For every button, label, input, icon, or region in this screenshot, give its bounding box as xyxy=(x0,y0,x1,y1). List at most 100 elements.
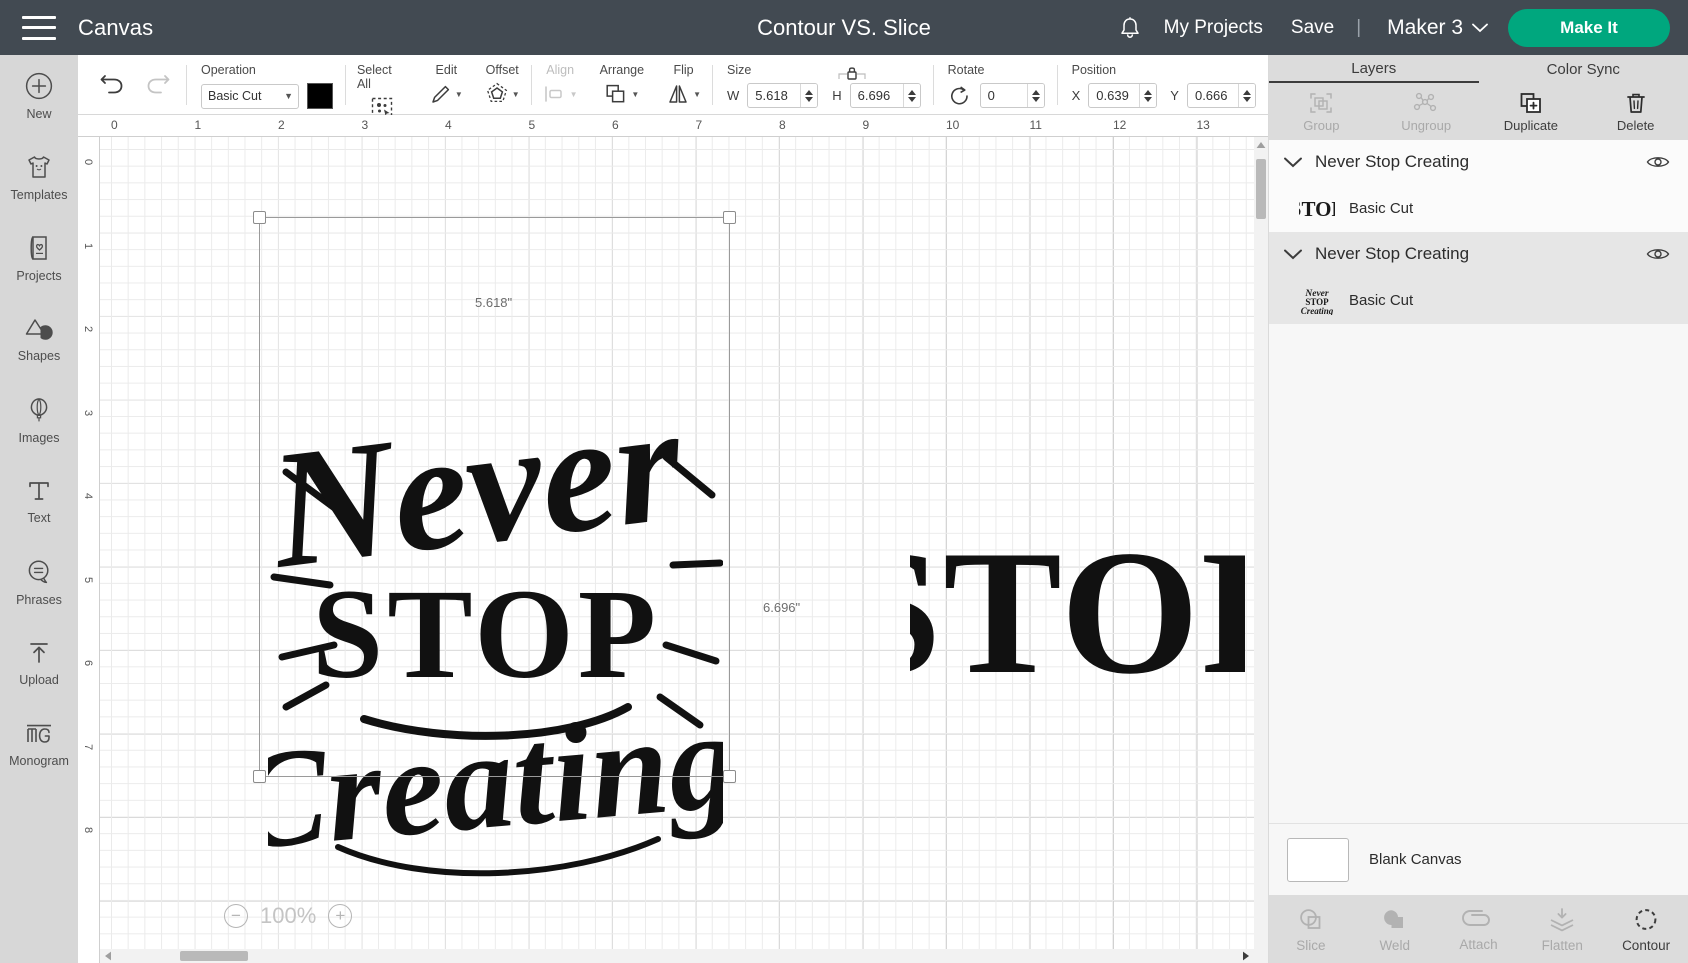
scroll-left-icon[interactable] xyxy=(100,949,116,963)
sidebar-label-projects: Projects xyxy=(16,268,62,283)
contour-button[interactable]: Contour xyxy=(1604,895,1688,963)
flatten-button[interactable]: Flatten xyxy=(1520,895,1604,963)
duplicate-button[interactable]: Duplicate xyxy=(1479,83,1584,140)
ruler-tick-h: 11 xyxy=(1029,118,1042,132)
ruler-tick-h: 4 xyxy=(445,118,452,132)
pos-y-field[interactable] xyxy=(1186,83,1256,108)
hamburger-icon[interactable] xyxy=(22,15,56,40)
rotate-stepper[interactable] xyxy=(1026,84,1044,107)
sidebar-item-upload[interactable]: Upload xyxy=(0,622,78,703)
flip-button[interactable]: Flip ▼ xyxy=(655,55,712,107)
position-group: Position X Y xyxy=(1058,55,1268,108)
ungroup-button[interactable]: Ungroup xyxy=(1374,83,1479,140)
sidebar-item-monogram[interactable]: Monogram xyxy=(0,703,78,784)
canvas-background-row[interactable]: Blank Canvas xyxy=(1269,823,1688,895)
layer-group: Never Stop Creating STOP Basic C xyxy=(1269,140,1688,232)
rotate-input[interactable] xyxy=(980,88,1027,103)
delete-button[interactable]: Delete xyxy=(1583,83,1688,140)
pos-y-stepper[interactable] xyxy=(1237,84,1255,107)
height-stepper[interactable] xyxy=(902,84,920,107)
canvas-vertical-scrollbar[interactable] xyxy=(1254,137,1268,963)
ruler-tick-v: 3 xyxy=(82,409,94,416)
horizontal-scroll-thumb[interactable] xyxy=(180,951,248,961)
canvas-grid[interactable]: Never STOP Creating STOP xyxy=(100,137,1254,949)
canvas-color-swatch[interactable] xyxy=(1287,837,1349,882)
zoom-out-icon[interactable]: − xyxy=(224,904,248,928)
canvas-horizontal-scrollbar[interactable] xyxy=(100,949,1254,963)
sidebar-item-phrases[interactable]: Phrases xyxy=(0,541,78,622)
pos-x-input[interactable] xyxy=(1089,88,1140,103)
scroll-right-icon[interactable] xyxy=(1238,949,1254,963)
color-swatch[interactable] xyxy=(306,83,333,109)
layer-item[interactable]: Never STOP Creating Basic Cut xyxy=(1269,276,1688,324)
width-field[interactable] xyxy=(747,83,819,108)
eye-icon[interactable] xyxy=(1646,246,1670,262)
arrange-button[interactable]: Arrange ▼ xyxy=(589,55,655,107)
attach-button[interactable]: Attach xyxy=(1437,895,1521,963)
ruler-tick-v: 6 xyxy=(82,660,94,667)
rotate-field[interactable] xyxy=(979,83,1045,108)
artwork-stop[interactable]: STOP xyxy=(910,522,1245,707)
select-all-button[interactable]: Select All xyxy=(346,55,419,121)
sidebar-label-templates: Templates xyxy=(10,187,68,202)
ungroup-label: Ungroup xyxy=(1401,117,1452,133)
rotate-icon[interactable] xyxy=(948,85,972,107)
group-button[interactable]: Group xyxy=(1269,83,1374,140)
header-actions: My Projects Save | Maker 3 Make It xyxy=(1110,8,1688,48)
sidebar-label-phrases: Phrases xyxy=(16,592,62,607)
operation-select[interactable]: Basic Cut ▼ xyxy=(200,83,299,109)
width-input[interactable] xyxy=(748,88,801,103)
height-field[interactable] xyxy=(849,83,921,108)
pos-x-stepper[interactable] xyxy=(1139,84,1157,107)
weld-button[interactable]: Weld xyxy=(1353,895,1437,963)
align-button[interactable]: Align ▼ xyxy=(532,55,589,107)
layer-header[interactable]: Never Stop Creating xyxy=(1269,232,1688,276)
bell-icon[interactable] xyxy=(1110,8,1150,48)
tab-layers[interactable]: Layers xyxy=(1269,55,1479,83)
chevron-down-icon[interactable] xyxy=(1283,156,1303,169)
offset-button[interactable]: Offset ▼ xyxy=(474,55,531,107)
header-divider: | xyxy=(1356,16,1362,38)
height-input[interactable] xyxy=(850,88,903,103)
sidebar-item-images[interactable]: Images xyxy=(0,379,78,460)
width-stepper[interactable] xyxy=(800,84,818,107)
machine-selector[interactable]: Maker 3 xyxy=(1369,16,1502,40)
resize-handle-bottom-right[interactable] xyxy=(723,770,736,783)
sidebar-item-new[interactable]: New xyxy=(0,55,78,136)
contour-label: Contour xyxy=(1622,937,1671,953)
layer-header[interactable]: Never Stop Creating xyxy=(1269,140,1688,184)
ruler-tick-h: 12 xyxy=(1113,118,1127,132)
eye-icon[interactable] xyxy=(1646,154,1670,170)
resize-handle-top-left[interactable] xyxy=(253,211,266,224)
undo-icon[interactable] xyxy=(100,74,126,96)
rotate-handle-top-right[interactable] xyxy=(723,211,736,224)
sidebar-item-projects[interactable]: Projects xyxy=(0,217,78,298)
tab-color-sync[interactable]: Color Sync xyxy=(1479,55,1688,83)
sidebar-item-shapes[interactable]: Shapes xyxy=(0,298,78,379)
size-lock-button[interactable] xyxy=(835,65,869,81)
width-letter: W xyxy=(726,88,740,103)
align-icon: ▼ xyxy=(543,81,578,107)
zoom-in-icon[interactable]: + xyxy=(328,904,353,928)
layers-list[interactable]: Never Stop Creating STOP Basic C xyxy=(1269,140,1688,823)
edit-button[interactable]: Edit ▼ xyxy=(419,55,474,107)
pencil-icon: ▼ xyxy=(430,81,463,107)
make-it-button[interactable]: Make It xyxy=(1508,8,1670,47)
sidebar-label-text: Text xyxy=(27,510,51,525)
canvas-label[interactable]: Canvas xyxy=(78,15,153,41)
vertical-scroll-thumb[interactable] xyxy=(1256,159,1266,219)
delete-handle-bottom-left[interactable] xyxy=(253,770,266,783)
slice-button[interactable]: Slice xyxy=(1269,895,1353,963)
arrange-icon: ▼ xyxy=(604,81,639,107)
chevron-down-icon[interactable] xyxy=(1283,248,1303,261)
redo-icon[interactable] xyxy=(144,74,170,96)
pos-x-field[interactable] xyxy=(1088,83,1158,108)
scroll-up-icon[interactable] xyxy=(1254,137,1268,153)
save-button[interactable]: Save xyxy=(1277,17,1348,39)
sidebar-item-text[interactable]: Text xyxy=(0,460,78,541)
my-projects-link[interactable]: My Projects xyxy=(1150,17,1277,39)
layer-item[interactable]: STOP Basic Cut xyxy=(1269,184,1688,232)
sidebar-item-templates[interactable]: Templates xyxy=(0,136,78,217)
canvas-area[interactable]: 0 1 2 3 4 5 6 7 8 9 10 11 12 13 012345678 xyxy=(78,115,1268,963)
pos-y-input[interactable] xyxy=(1187,88,1238,103)
